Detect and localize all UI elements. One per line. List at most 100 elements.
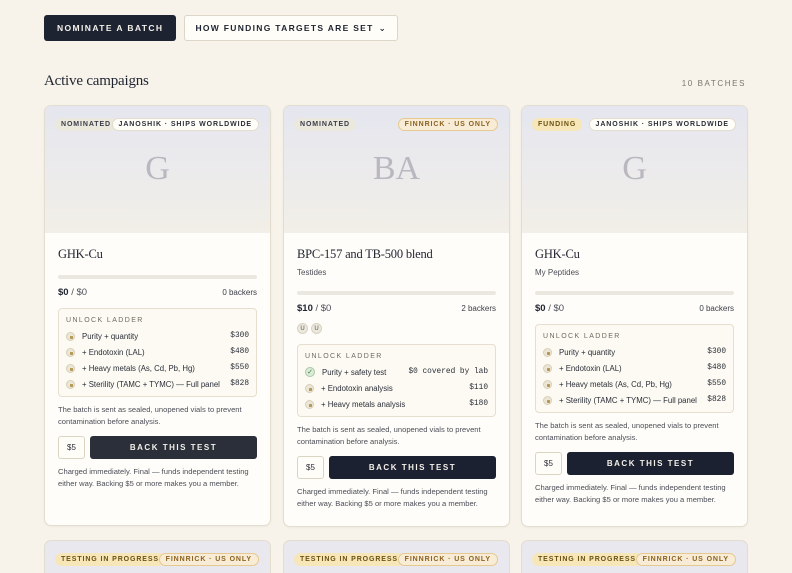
rung-price: $828 bbox=[230, 380, 249, 388]
rung-label: + Heavy metals (As, Cd, Pb, Hg) bbox=[559, 379, 672, 389]
shipping-badge: FINNRICK · US ONLY bbox=[635, 553, 736, 566]
lock-icon bbox=[66, 347, 75, 357]
rung-label: + Endotoxin (LAL) bbox=[82, 347, 145, 357]
rung-price: $550 bbox=[707, 380, 726, 388]
product-initials: BA bbox=[372, 150, 421, 187]
pledge-amount-input[interactable]: $5 bbox=[297, 456, 324, 479]
rung-label: Purity + quantity bbox=[82, 331, 139, 341]
lock-icon bbox=[66, 379, 75, 389]
card-hero: NOMINATED JANOSHIK · SHIPS WORLDWIDE G bbox=[45, 106, 270, 233]
card-hero: NOMINATED FINNRICK · US ONLY BA bbox=[284, 106, 509, 233]
unlock-ladder: UNLOCK LADDER Purity + quantity $300 + En… bbox=[58, 308, 257, 397]
raised-amount: $0 bbox=[535, 303, 546, 314]
goal-amount: / $0 bbox=[68, 287, 88, 298]
backer-count: 0 backers bbox=[222, 288, 257, 297]
rung-label: + Endotoxin (LAL) bbox=[559, 363, 622, 373]
funding-targets-dropdown[interactable]: HOW FUNDING TARGETS ARE SET ⌄ bbox=[184, 15, 399, 41]
rung-label: + Endotoxin analysis bbox=[321, 383, 393, 393]
rung-price: $550 bbox=[230, 364, 249, 372]
rung-label: + Sterility (TAMC + TYMC) — Full panel bbox=[82, 379, 220, 389]
lock-icon bbox=[543, 347, 552, 357]
ladder-rung: Purity + quantity $300 bbox=[66, 328, 249, 344]
chevron-down-icon: ⌄ bbox=[378, 22, 388, 33]
funding-amount: $10 / $0 bbox=[297, 303, 331, 314]
lock-icon bbox=[305, 383, 314, 393]
product-initials: G bbox=[145, 150, 170, 187]
rung-label: + Sterility (TAMC + TYMC) — Full panel bbox=[559, 395, 697, 405]
rung-price: $300 bbox=[230, 332, 249, 340]
funding-amount: $0 / $0 bbox=[58, 287, 87, 298]
campaign-card: NOMINATED JANOSHIK · SHIPS WORLDWIDE G G… bbox=[44, 105, 271, 526]
ladder-rung: + Endotoxin (LAL) $480 bbox=[66, 344, 249, 360]
ladder-rung: + Sterility (TAMC + TYMC) — Full panel $8… bbox=[543, 392, 726, 408]
shipping-badge: FINNRICK · US ONLY bbox=[158, 553, 259, 566]
lock-icon bbox=[305, 399, 314, 409]
rung-price: $180 bbox=[469, 400, 488, 408]
toolbar: NOMINATE A BATCH HOW FUNDING TARGETS ARE… bbox=[44, 15, 399, 41]
ladder-rung: + Heavy metals analysis $180 bbox=[305, 396, 488, 412]
product-name: BPC-157 and TB-500 blend bbox=[297, 247, 433, 261]
funding-targets-label: HOW FUNDING TARGETS ARE SET bbox=[195, 23, 374, 33]
vendor-name: Testides bbox=[297, 268, 327, 277]
back-this-test-button[interactable]: BACK THIS TEST bbox=[90, 436, 257, 459]
shipping-badge: JANOSHIK · SHIPS WORLDWIDE bbox=[111, 118, 259, 131]
ladder-rung: ✓ Purity + safety test $0 covered by lab bbox=[305, 364, 488, 380]
status-badge: TESTING IN PROGRESS bbox=[532, 553, 642, 566]
funding-progress-bar bbox=[535, 291, 734, 295]
backer-avatars: U U bbox=[297, 323, 496, 334]
rung-price: $300 bbox=[707, 348, 726, 356]
rung-label: + Heavy metals (As, Cd, Pb, Hg) bbox=[82, 363, 195, 373]
product-name: GHK-Cu bbox=[535, 247, 580, 261]
charge-note: Charged immediately. Final — funds indep… bbox=[297, 487, 488, 508]
rung-price: $828 bbox=[707, 396, 726, 404]
nominate-batch-button[interactable]: NOMINATE A BATCH bbox=[44, 15, 177, 41]
raised-amount: $10 bbox=[297, 303, 313, 314]
goal-amount: / $0 bbox=[312, 303, 332, 314]
funding-progress-bar bbox=[58, 275, 257, 279]
pledge-amount-input[interactable]: $5 bbox=[535, 452, 562, 475]
avatar: U bbox=[297, 323, 308, 334]
charge-note: Charged immediately. Final — funds indep… bbox=[535, 483, 726, 504]
campaign-card: FUNDING JANOSHIK · SHIPS WORLDWIDE G GHK… bbox=[521, 105, 748, 527]
lock-icon bbox=[543, 395, 552, 405]
ladder-rung: + Sterility (TAMC + TYMC) — Full panel $8… bbox=[66, 376, 249, 392]
funding-amount: $0 / $0 bbox=[535, 303, 564, 314]
unlock-ladder-title: UNLOCK LADDER bbox=[305, 353, 383, 360]
goal-amount: / $0 bbox=[545, 303, 565, 314]
ladder-rung: + Endotoxin (LAL) $480 bbox=[543, 360, 726, 376]
ladder-rung: Purity + quantity $300 bbox=[543, 344, 726, 360]
sealed-vial-note: The batch is sent as sealed, unopened vi… bbox=[58, 405, 242, 426]
rung-price: $0 covered by lab bbox=[408, 368, 488, 376]
backer-count: 2 backers bbox=[461, 304, 496, 313]
rung-label: Purity + quantity bbox=[559, 347, 616, 357]
shipping-badge: JANOSHIK · SHIPS WORLDWIDE bbox=[588, 118, 736, 131]
status-badge: FUNDING bbox=[532, 118, 583, 131]
batch-count: 10 BATCHES bbox=[681, 79, 746, 88]
rung-price: $480 bbox=[707, 364, 726, 372]
rung-label: + Heavy metals analysis bbox=[321, 399, 406, 409]
card-hero: FUNDING JANOSHIK · SHIPS WORLDWIDE G bbox=[522, 106, 747, 233]
ladder-rung: + Heavy metals (As, Cd, Pb, Hg) $550 bbox=[66, 360, 249, 376]
section-title: Active campaigns bbox=[44, 73, 149, 89]
pledge-amount-input[interactable]: $5 bbox=[58, 436, 85, 459]
checkmark-icon: ✓ bbox=[305, 367, 315, 377]
lock-icon bbox=[543, 363, 552, 373]
status-badge: NOMINATED bbox=[294, 118, 356, 131]
product-name: GHK-Cu bbox=[58, 247, 103, 261]
unlock-ladder: UNLOCK LADDER ✓ Purity + safety test $0 co… bbox=[297, 344, 496, 417]
back-this-test-button[interactable]: BACK THIS TEST bbox=[567, 452, 734, 475]
campaign-card-partial: TESTING IN PROGRESS FINNRICK · US ONLY bbox=[44, 540, 271, 573]
back-this-test-button[interactable]: BACK THIS TEST bbox=[329, 456, 496, 479]
lock-icon bbox=[543, 379, 552, 389]
lock-icon bbox=[66, 331, 75, 341]
vendor-name: My Peptides bbox=[535, 268, 580, 277]
backer-count: 0 backers bbox=[699, 304, 734, 313]
shipping-badge: FINNRICK · US ONLY bbox=[397, 118, 498, 131]
rung-price: $110 bbox=[469, 384, 488, 392]
funding-progress-bar bbox=[297, 291, 496, 295]
status-badge: TESTING IN PROGRESS bbox=[55, 553, 165, 566]
status-badge: TESTING IN PROGRESS bbox=[294, 553, 404, 566]
campaign-card-partial: TESTING IN PROGRESS FINNRICK · US ONLY bbox=[521, 540, 748, 573]
ladder-rung: + Endotoxin analysis $110 bbox=[305, 380, 488, 396]
raised-amount: $0 bbox=[58, 287, 69, 298]
